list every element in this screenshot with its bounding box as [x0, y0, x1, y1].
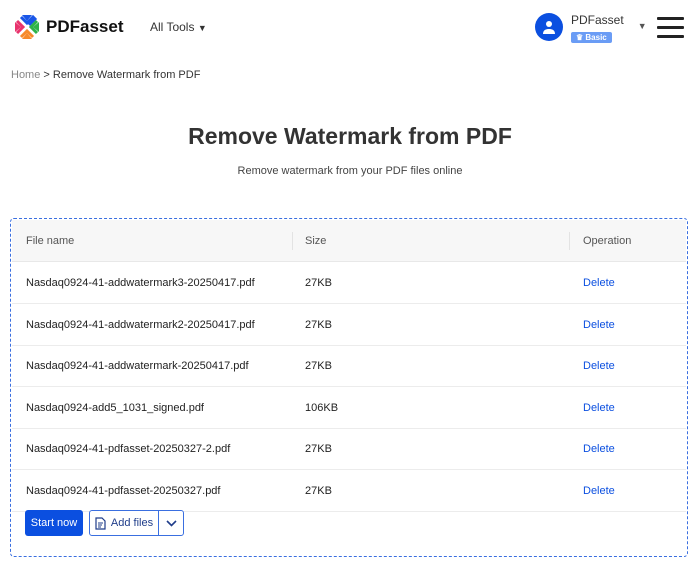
breadcrumb: Home > Remove Watermark from PDF	[11, 69, 200, 81]
file-add-icon	[95, 516, 106, 530]
add-files-label: Add files	[110, 517, 154, 529]
table-row: Nasdaq0924-41-addwatermark-20250417.pdf 2…	[12, 346, 686, 387]
plan-badge: ♛ Basic	[571, 32, 612, 43]
table-header: File name Size Operation	[12, 220, 686, 262]
user-icon	[543, 21, 555, 34]
file-name: Nasdaq0924-41-addwatermark-20250417.pdf	[26, 360, 249, 372]
file-name: Nasdaq0924-41-pdfasset-20250327-2.pdf	[26, 443, 231, 455]
file-name: Nasdaq0924-41-pdfasset-20250327.pdf	[26, 484, 221, 497]
delete-link[interactable]: Delete	[583, 443, 615, 455]
logo-icon	[15, 14, 39, 39]
table-row: Nasdaq0924-41-pdfasset-20250327-2.pdf 27K…	[12, 429, 686, 470]
brand-logo[interactable]: PDFasset	[14, 14, 123, 40]
delete-link[interactable]: Delete	[583, 277, 615, 289]
file-name: Nasdaq0924-41-addwatermark3-20250417.pdf	[26, 277, 255, 289]
table-row: Nasdaq0924-41-addwatermark2-20250417.pdf…	[12, 305, 686, 346]
hamburger-menu-icon[interactable]	[657, 17, 684, 44]
header-file-name: File name	[26, 234, 75, 247]
table-row: Nasdaq0924-41-addwatermark3-20250417.pdf…	[12, 263, 686, 304]
file-size: 27KB	[305, 443, 332, 455]
file-size: 27KB	[305, 484, 332, 497]
brand-name: PDFasset	[46, 17, 124, 36]
header-size: Size	[305, 234, 327, 247]
file-list-panel: File name Size Operation Nasdaq0924-41-a…	[10, 218, 688, 557]
breadcrumb-current: Remove Watermark from PDF	[52, 69, 201, 81]
file-size: 27KB	[305, 277, 332, 289]
file-size: 27KB	[305, 318, 332, 331]
add-files-button-group: Add files	[89, 510, 184, 536]
chevron-down-icon	[165, 519, 177, 527]
start-now-button[interactable]: Start now	[25, 510, 83, 536]
caret-down-icon: ▼	[637, 21, 647, 31]
all-tools-dropdown[interactable]: All Tools ▼	[150, 20, 207, 34]
add-files-dropdown[interactable]	[159, 511, 183, 535]
page-title: Remove Watermark from PDF	[188, 123, 512, 149]
delete-link[interactable]: Delete	[583, 485, 615, 497]
table-row: Nasdaq0924-41-pdfasset-20250327.pdf 27KB D…	[12, 471, 686, 512]
user-name: PDFasset	[571, 13, 624, 27]
caret-down-icon: ▼	[197, 23, 207, 33]
delete-link[interactable]: Delete	[583, 402, 615, 414]
delete-link[interactable]: Delete	[583, 360, 615, 372]
breadcrumb-home[interactable]: Home	[11, 69, 40, 81]
table-row: Nasdaq0924-add5_1031_signed.pdf 106KB Dele…	[12, 388, 686, 429]
avatar	[535, 13, 563, 41]
file-size: 106KB	[305, 401, 339, 414]
breadcrumb-separator: >	[43, 69, 50, 81]
file-size: 27KB	[305, 360, 332, 372]
add-files-button[interactable]: Add files	[90, 511, 159, 535]
all-tools-label: All Tools	[150, 20, 195, 34]
header-operation: Operation	[583, 234, 632, 247]
delete-link[interactable]: Delete	[583, 319, 615, 331]
plan-label: Basic	[585, 33, 607, 42]
page-subtitle: Remove watermark from your PDF files onl…	[237, 165, 463, 177]
file-name: Nasdaq0924-41-addwatermark2-20250417.pdf	[26, 318, 255, 331]
file-name: Nasdaq0924-add5_1031_signed.pdf	[26, 401, 204, 414]
crown-icon: ♛	[576, 33, 584, 42]
user-menu[interactable]: PDFasset ♛ Basic ▼	[535, 13, 647, 45]
